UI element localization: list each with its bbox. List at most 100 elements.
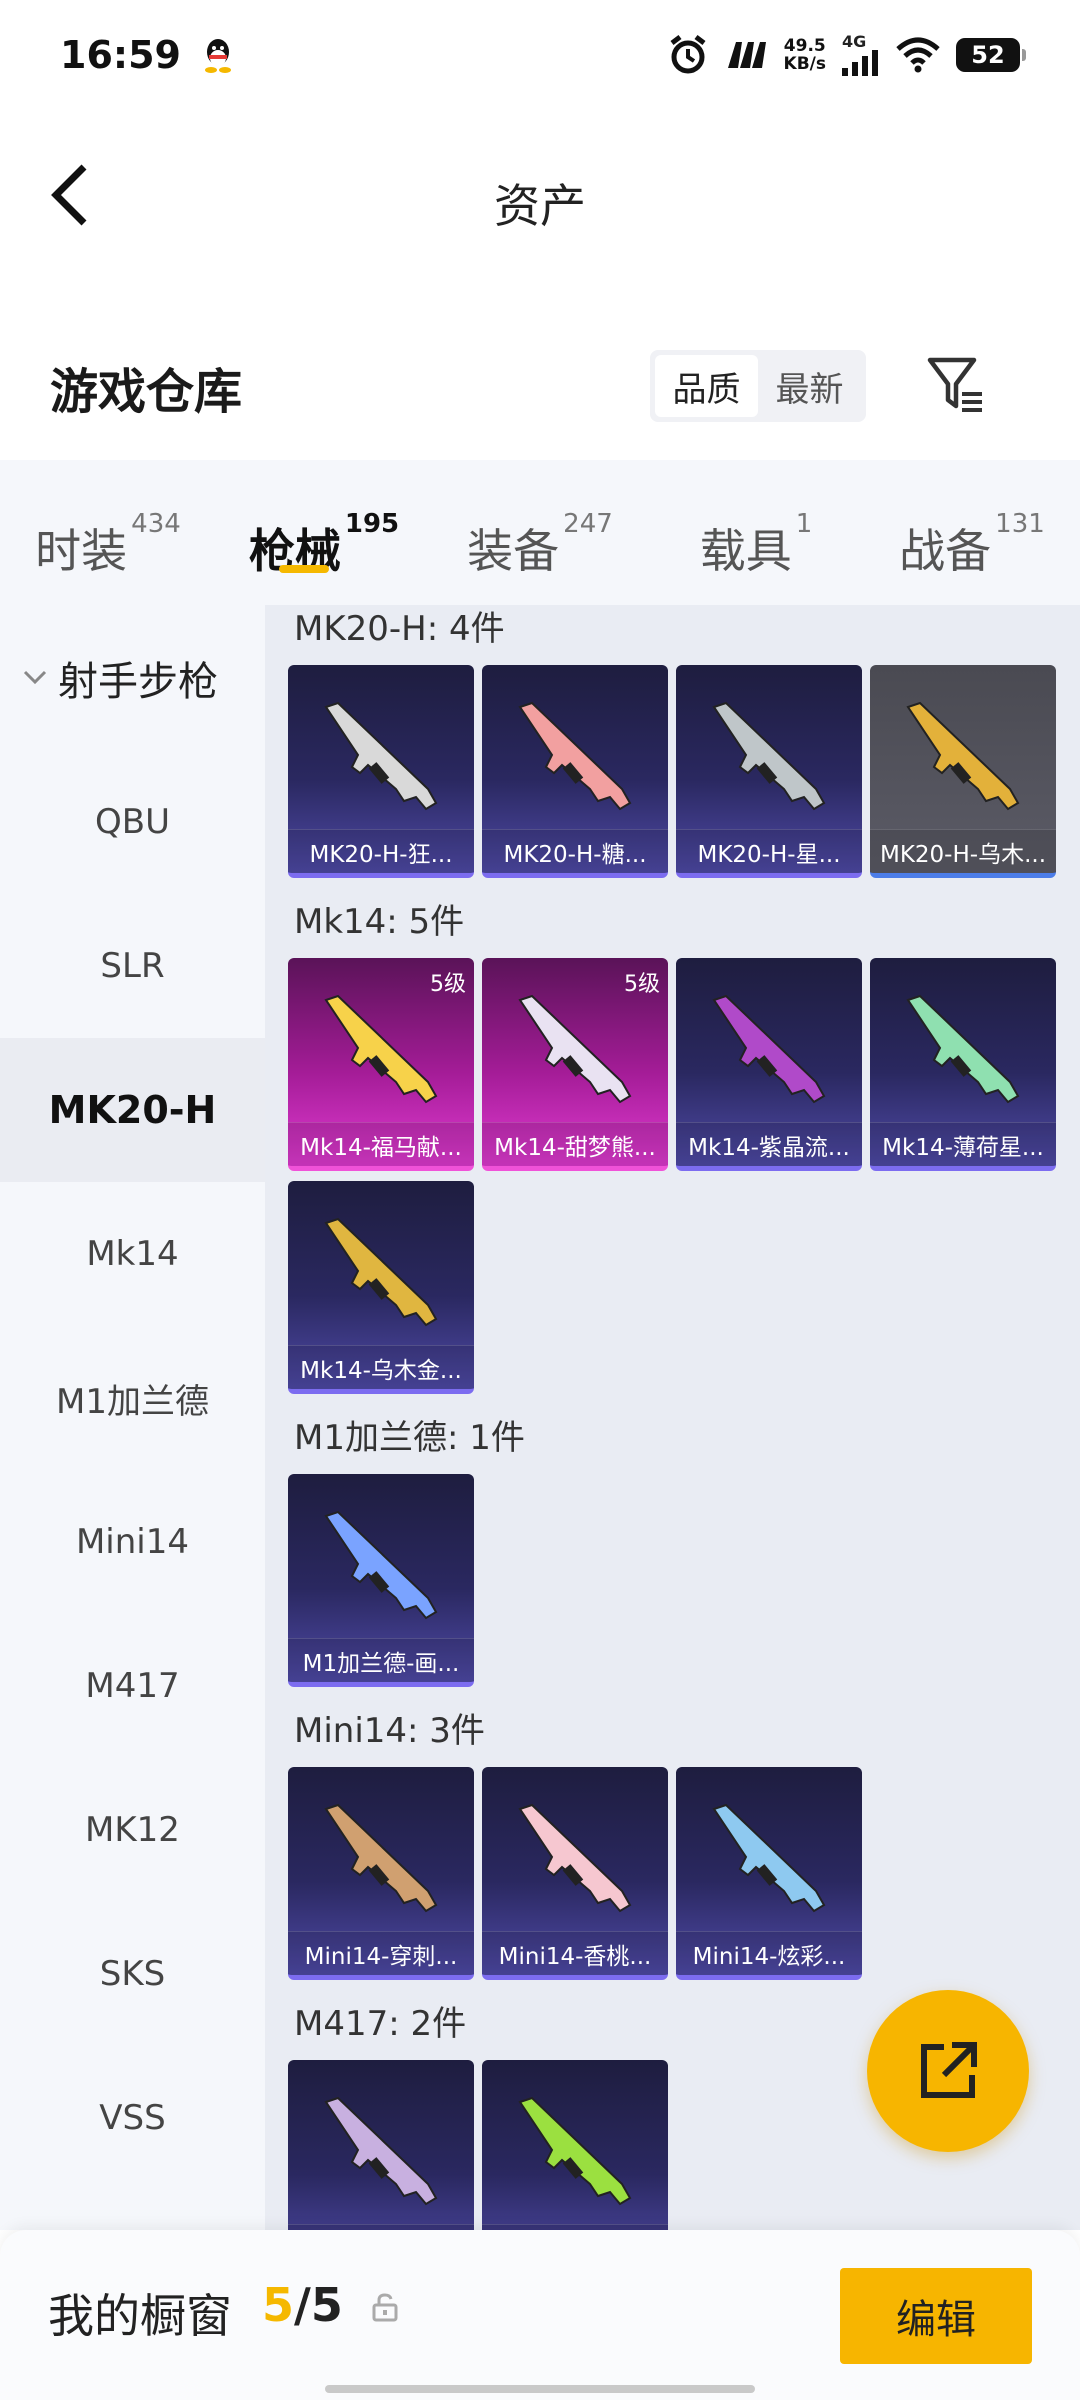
item-card-grid: M1加兰德-画... [288, 1474, 1080, 1687]
sidebar-item-m417[interactable]: M417 [0, 1614, 265, 1758]
net-speed-unit: KB/s [783, 54, 826, 74]
rifle-icon [906, 701, 1020, 811]
item-card-grid: MK20-H-狂... MK20-H-糖... MK20-H-星... MK20-H-… [288, 665, 1080, 878]
rifle-icon [324, 1217, 438, 1327]
item-card[interactable]: 5级 Mk14-甜梦熊... [482, 958, 668, 1171]
sidebar-group-label: 射手步枪 [58, 658, 218, 705]
item-grid-scroll: MK20-H: 4件 MK20-H-狂... MK20-H-糖... MK20-H-星… [265, 605, 1080, 2230]
status-bar: 16:59 49.5 KB/s 4G 52 [0, 0, 1080, 110]
share-icon [921, 2042, 977, 2098]
tab-guns[interactable]: 枪械 195 [216, 483, 432, 583]
item-name: MK20-H-糖... [482, 829, 668, 873]
status-icons: 49.5 KB/s 4G 52 [668, 34, 1026, 76]
item-card[interactable]: MK20-H-星... [676, 665, 862, 878]
tab-count: 247 [563, 508, 613, 539]
category-tabs: 时装 434 枪械 195 装备 247 载具 1 战备 131 [0, 460, 1080, 605]
item-card[interactable]: Mini14-香桃... [482, 1767, 668, 1980]
sort-toggle: 品质 最新 [650, 350, 866, 422]
tab-count: 434 [131, 508, 181, 539]
item-card[interactable]: MK20-H-糖... [482, 665, 668, 878]
sidebar-item-mini14[interactable]: Mini14 [0, 1470, 265, 1614]
rifle-icon [324, 1803, 438, 1913]
net-speed-value: 49.5 [783, 36, 826, 56]
sidebar-item-mk12[interactable]: MK12 [0, 1758, 265, 1902]
sort-newest[interactable]: 最新 [758, 355, 861, 417]
active-tab-indicator [279, 564, 329, 573]
section-title: M1加兰德: 1件 [294, 1417, 525, 1458]
tab-vehicles[interactable]: 载具 1 [648, 483, 864, 583]
item-card[interactable] [482, 2060, 668, 2230]
item-grid-panel[interactable]: MK20-H: 4件 MK20-H-狂... MK20-H-糖... MK20-H-星… [265, 605, 1080, 2230]
rifle-icon [906, 994, 1020, 1104]
sort-quality[interactable]: 品质 [655, 355, 758, 417]
tab-fashion[interactable]: 时装 434 [0, 483, 216, 583]
rifle-icon [324, 701, 438, 811]
item-name: Mk14-甜梦熊... [482, 1122, 668, 1166]
item-card[interactable]: Mk14-乌木金... [288, 1181, 474, 1394]
share-button[interactable] [867, 1990, 1029, 2152]
rifle-icon [712, 994, 826, 1104]
sidebar-item-m1-garand[interactable]: M1加兰德 [0, 1326, 265, 1470]
tab-label: 战备 [899, 523, 992, 578]
item-card[interactable]: MK20-H-狂... [288, 665, 474, 878]
filter-button[interactable] [920, 350, 990, 420]
rifle-icon [324, 1510, 438, 1620]
item-name: Mini14-香桃... [482, 1931, 668, 1975]
section-title: Mini14: 3件 [294, 1710, 485, 1751]
warehouse-title: 游戏仓库 [50, 364, 243, 420]
sidebar-item-sks[interactable]: SKS [0, 1902, 265, 2046]
signal: 4G [842, 34, 880, 76]
rifle-icon [324, 2096, 438, 2206]
tab-count: 131 [995, 508, 1045, 539]
item-card[interactable]: 5级 Mk14-福马献... [288, 958, 474, 1171]
rifle-icon [518, 994, 632, 1104]
item-card[interactable] [288, 2060, 474, 2230]
filter-icon [927, 357, 982, 412]
battery-icon: 52 [956, 38, 1026, 72]
item-card[interactable]: Mini14-炫彩... [676, 1767, 862, 1980]
rifle-icon [324, 994, 438, 1104]
sidebar-item-qbu[interactable]: QBU [0, 750, 265, 894]
rifle-icon [712, 701, 826, 811]
rifle-icon [518, 2096, 632, 2206]
alarm-icon [670, 35, 706, 74]
page-title: 资产 [494, 179, 586, 233]
tab-supplies[interactable]: 战备 131 [864, 483, 1080, 583]
item-name: M1加兰德-画... [288, 1638, 474, 1682]
tab-label: 载具 [699, 523, 792, 578]
tab-label: 装备 [467, 523, 560, 578]
showcase-count: 5/5 [262, 2278, 343, 2332]
sidebar-item-mk20h[interactable]: MK20-H [0, 1038, 265, 1182]
item-card[interactable]: Mk14-紫晶流... [676, 958, 862, 1171]
item-name: Mk14-乌木金... [288, 1345, 474, 1389]
item-level-badge: 5级 [430, 972, 466, 997]
network-type: 4G [842, 32, 867, 51]
lock-icon [372, 2293, 398, 2322]
rifle-icon [518, 1803, 632, 1913]
tab-label: 时装 [35, 523, 128, 578]
edit-button[interactable]: 编辑 [840, 2268, 1032, 2364]
weapon-sidebar: 射手步枪 QBU SLR MK20-H Mk14 M1加兰德 Mini14 M4… [0, 605, 265, 2230]
sidebar-item-mk14[interactable]: Mk14 [0, 1182, 265, 1326]
mm-icon [727, 42, 766, 68]
tab-count: 1 [795, 508, 813, 539]
item-name: Mk14-紫晶流... [676, 1122, 862, 1166]
showcase-label: 我的橱窗 [48, 2289, 232, 2343]
signal-icon [842, 50, 878, 76]
sidebar-item-vss[interactable]: VSS [0, 2046, 265, 2190]
sidebar-item-slr[interactable]: SLR [0, 894, 265, 1038]
home-indicator [325, 2385, 755, 2393]
status-time: 16:59 [60, 33, 181, 77]
item-card-grid: 5级 Mk14-福马献... 5级 Mk14-甜梦熊... Mk14-紫晶流... Mk1… [288, 958, 1080, 1394]
item-card[interactable]: M1加兰德-画... [288, 1474, 474, 1687]
qq-icon [204, 39, 231, 73]
item-name: MK20-H-狂... [288, 829, 474, 873]
sidebar-group-dmr[interactable]: 射手步枪 [0, 605, 265, 750]
item-card[interactable]: Mini14-穿刺... [288, 1767, 474, 1980]
header: 资产 [0, 110, 1080, 285]
tab-equipment[interactable]: 装备 247 [432, 483, 648, 583]
item-name: MK20-H-星... [676, 829, 862, 873]
item-card-grid: Mini14-穿刺... Mini14-香桃... Mini14-炫彩... [288, 1767, 1080, 1980]
item-card[interactable]: Mk14-薄荷星... [870, 958, 1056, 1171]
item-card[interactable]: MK20-H-乌木... [870, 665, 1056, 878]
